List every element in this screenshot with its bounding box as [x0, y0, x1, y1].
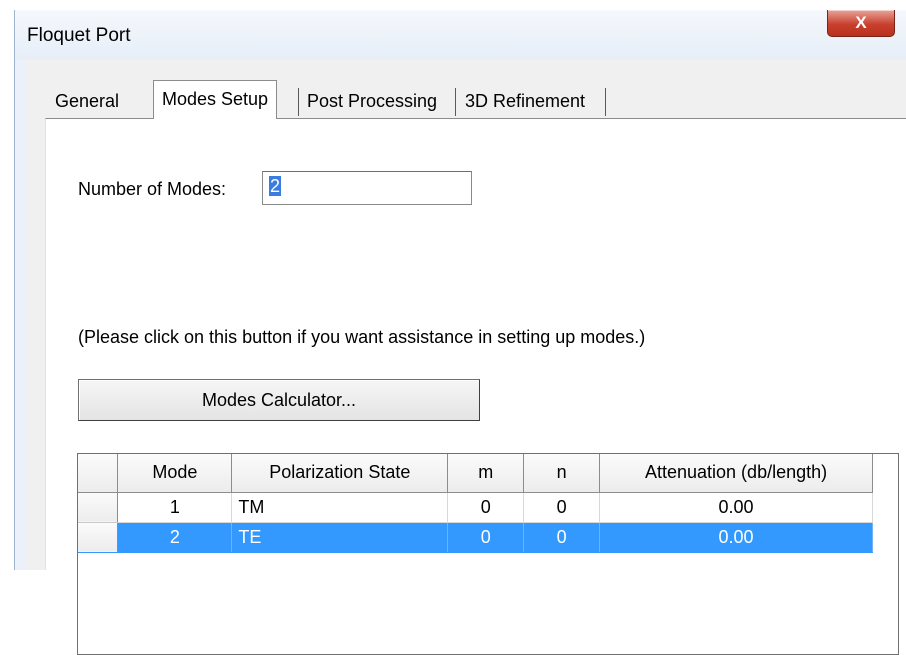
close-icon: X [855, 13, 867, 32]
column-header-mode[interactable]: Mode [117, 454, 233, 493]
tab-separator [605, 88, 606, 116]
cell-mode[interactable]: 1 [117, 492, 233, 523]
modes-setup-panel: Number of Modes: 2 (Please click on this… [45, 118, 906, 655]
table-header-row: Mode Polarization State m n Attenuation … [78, 454, 873, 493]
column-header-m[interactable]: m [447, 454, 525, 493]
cell-attenuation[interactable]: 0.00 [599, 522, 873, 553]
tab-strip: General Modes Setup Post Processing 3D R… [45, 80, 906, 119]
tab-separator [455, 88, 456, 116]
modes-calculator-button[interactable]: Modes Calculator... [78, 379, 480, 421]
window-title: Floquet Port [27, 25, 131, 46]
tab-3d-refinement[interactable]: 3D Refinement [457, 86, 594, 116]
cell-polarization[interactable]: TM [231, 492, 449, 523]
cell-m[interactable]: 0 [447, 492, 525, 523]
cell-mode[interactable]: 2 [117, 522, 233, 553]
tab-modes-setup[interactable]: Modes Setup [153, 80, 278, 119]
close-button[interactable]: X [827, 10, 895, 37]
tab-post-processing[interactable]: Post Processing [299, 86, 446, 116]
modes-calculator-hint: (Please click on this button if you want… [78, 327, 646, 347]
floquet-port-dialog: Floquet Port X General Modes Setup Post … [14, 10, 906, 655]
column-header-attenuation[interactable]: Attenuation (db/length) [599, 454, 873, 493]
table-row[interactable]: 1 TM 0 0 0.00 [78, 492, 873, 523]
number-of-modes-input[interactable]: 2 [262, 171, 472, 205]
row-selector[interactable] [78, 492, 119, 523]
table-row[interactable]: 2 TE 0 0 0.00 [78, 522, 873, 553]
number-of-modes-label: Number of Modes: [78, 179, 227, 199]
column-header-polarization[interactable]: Polarization State [231, 454, 449, 493]
cell-n[interactable]: 0 [523, 492, 601, 523]
cell-n[interactable]: 0 [523, 522, 601, 553]
title-bar[interactable]: Floquet Port X [15, 10, 906, 60]
tab-general[interactable]: General [47, 86, 128, 116]
modes-table: Mode Polarization State m n Attenuation … [77, 453, 899, 655]
cell-m[interactable]: 0 [447, 522, 525, 553]
cell-polarization[interactable]: TE [231, 522, 449, 553]
column-header-n[interactable]: n [523, 454, 601, 493]
cell-attenuation[interactable]: 0.00 [599, 492, 873, 523]
number-of-modes-value: 2 [269, 176, 282, 196]
dialog-client-area: General Modes Setup Post Processing 3D R… [25, 60, 906, 655]
row-header-corner[interactable] [78, 454, 119, 493]
row-selector[interactable] [78, 522, 119, 553]
